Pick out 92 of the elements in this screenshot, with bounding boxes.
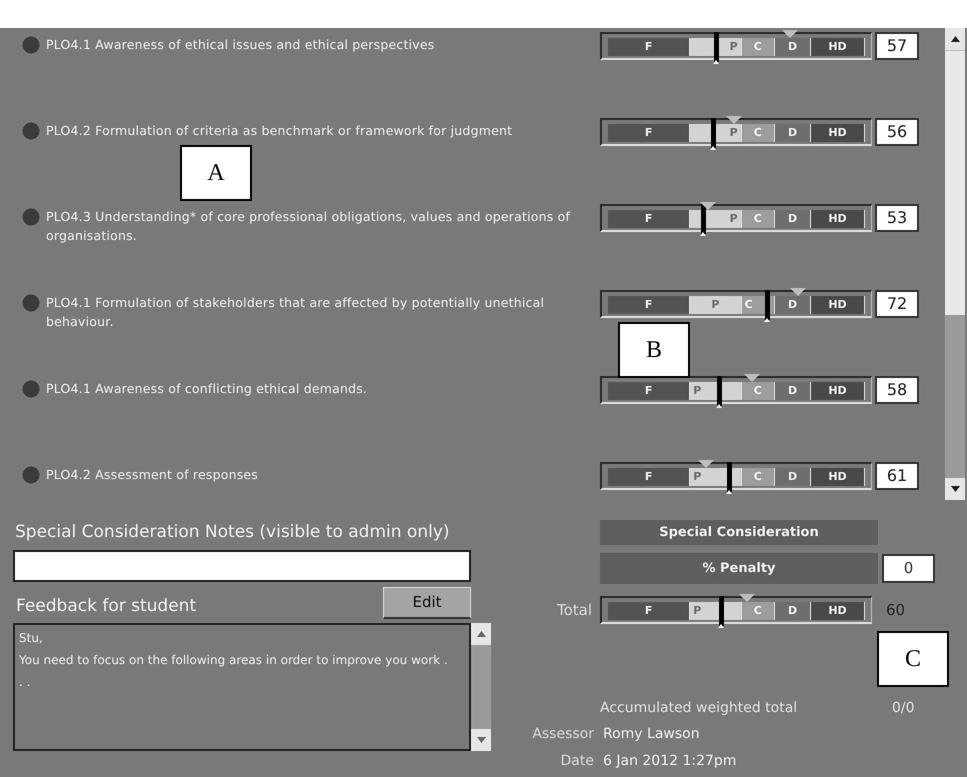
score-marker[interactable] xyxy=(716,376,722,406)
criterion-label: PLO4.3 Understanding* of core professional obligations, values and operations of organisations. xyxy=(46,208,572,245)
grade-band-label: C xyxy=(754,41,762,53)
accumulated-value: 0/0 xyxy=(892,699,915,718)
grade-band-label: F xyxy=(644,299,652,311)
mark-field[interactable]: 58 xyxy=(875,376,919,404)
penalty-field[interactable]: 0 xyxy=(882,554,935,583)
accumulated-label: Accumulated weighted total xyxy=(600,699,798,718)
edit-button[interactable]: Edit xyxy=(383,587,471,619)
score-marker[interactable] xyxy=(765,290,770,320)
status-dot-icon xyxy=(22,36,40,54)
score-marker[interactable] xyxy=(711,118,716,148)
mark-field[interactable]: 72 xyxy=(875,290,919,318)
grade-band-label: HD xyxy=(828,127,847,139)
criterion-label: PLO4.1 Awareness of ethical issues and ethical perspectives xyxy=(46,36,436,54)
grade-band-label: HD xyxy=(828,385,847,397)
grade-band-label: C xyxy=(744,299,753,311)
grade-band-label: C xyxy=(754,213,762,225)
date-value: 6 Jan 2012 1:27pm xyxy=(603,752,736,771)
notes-label: Special Consideration Notes (visible to admin only) xyxy=(14,521,451,544)
grade-band-label: C xyxy=(754,385,762,397)
feedback-text: Stu, xyxy=(19,630,44,647)
caret-icon xyxy=(764,318,770,322)
grade-band-label: F xyxy=(644,127,652,139)
status-dot-icon xyxy=(22,208,40,226)
mark-field[interactable]: 61 xyxy=(875,462,919,490)
criterion-label: PLO4.2 Formulation of criteria as benchmark or framework for judgment xyxy=(46,122,514,140)
grade-band-label: P xyxy=(693,605,702,617)
caret-icon xyxy=(700,232,706,236)
grade-band-label: D xyxy=(788,605,798,617)
grade-band-label: HD xyxy=(828,471,847,483)
caret-icon xyxy=(718,624,724,628)
scrollbar-thumb[interactable] xyxy=(945,50,965,315)
criterion-label: PLO4.2 Assessment of responses xyxy=(46,466,260,484)
grade-band-label: C xyxy=(754,127,762,139)
grade-band-label: D xyxy=(788,385,798,397)
grade-band-label: D xyxy=(788,471,798,483)
score-marker[interactable] xyxy=(714,32,719,62)
status-dot-icon xyxy=(22,122,40,140)
grade-band-label: F xyxy=(644,605,652,617)
grade-band-label: F xyxy=(644,385,652,397)
grade-band-label: P xyxy=(730,127,738,139)
grade-band-label: HD xyxy=(828,41,847,53)
grade-band-label: D xyxy=(788,299,798,311)
callout-label: C xyxy=(877,631,949,687)
scrollbar[interactable] xyxy=(945,28,965,500)
down-arrow-icon[interactable] xyxy=(950,486,960,492)
grade-band-label: HD xyxy=(828,213,847,225)
assessor-name: Romy Lawson xyxy=(603,725,700,744)
status-dot-icon xyxy=(22,294,40,312)
grade-band-label: F xyxy=(644,471,652,483)
total-value: 60 xyxy=(886,600,906,621)
mark-field[interactable]: 57 xyxy=(875,32,919,60)
score-marker[interactable] xyxy=(726,462,732,492)
criterion-label: PLO4.1 Formulation of stakeholders that are affected by potentially unethical behaviour. xyxy=(46,294,546,331)
grade-band-label: P xyxy=(730,213,738,225)
callout-label: A xyxy=(180,145,252,201)
caret-icon xyxy=(712,60,719,64)
grade-band-label: F xyxy=(644,213,652,225)
feedback-label: Feedback for student xyxy=(15,594,196,618)
caret-icon xyxy=(710,146,716,150)
score-marker[interactable] xyxy=(701,204,706,234)
caret-icon xyxy=(726,490,732,494)
grade-band-label: P xyxy=(693,385,702,397)
up-arrow-icon[interactable] xyxy=(950,36,960,42)
section-header: Special Consideration xyxy=(600,520,878,545)
grade-band-label: P xyxy=(693,471,702,483)
grade-band-label: P xyxy=(711,299,720,311)
grade-band-label: C xyxy=(754,605,762,617)
date-label: Date xyxy=(560,752,594,771)
grade-band-label: C xyxy=(754,471,762,483)
criterion-label: PLO4.1 Awareness of conflicting ethical demands. xyxy=(46,380,368,398)
grade-band-label: P xyxy=(730,41,738,53)
callout-label: B xyxy=(618,322,690,378)
feedback-field[interactable]: Stu, You need to focus on the following areas in order to improve you work . . . xyxy=(13,623,471,751)
status-dot-icon xyxy=(22,466,40,484)
feedback-text: You need to focus on the following areas in order to improve you work . . . xyxy=(19,652,449,691)
grade-band-label: F xyxy=(644,41,652,53)
penalty-header: % Penalty xyxy=(600,553,878,584)
grade-band-label: D xyxy=(788,127,798,139)
grade-band-label: D xyxy=(788,213,798,225)
status-dot-icon xyxy=(22,380,40,398)
notes-field[interactable] xyxy=(13,550,471,582)
grade-band-label: D xyxy=(788,41,798,53)
grade-band-label: HD xyxy=(828,299,847,311)
assessor-label: Assessor xyxy=(531,725,594,744)
mark-field[interactable]: 53 xyxy=(875,204,919,232)
mark-field[interactable]: 56 xyxy=(875,118,919,146)
grade-band-label: HD xyxy=(828,605,847,617)
total-label: Total xyxy=(556,600,592,621)
caret-icon xyxy=(716,404,722,408)
score-marker[interactable] xyxy=(719,596,724,626)
